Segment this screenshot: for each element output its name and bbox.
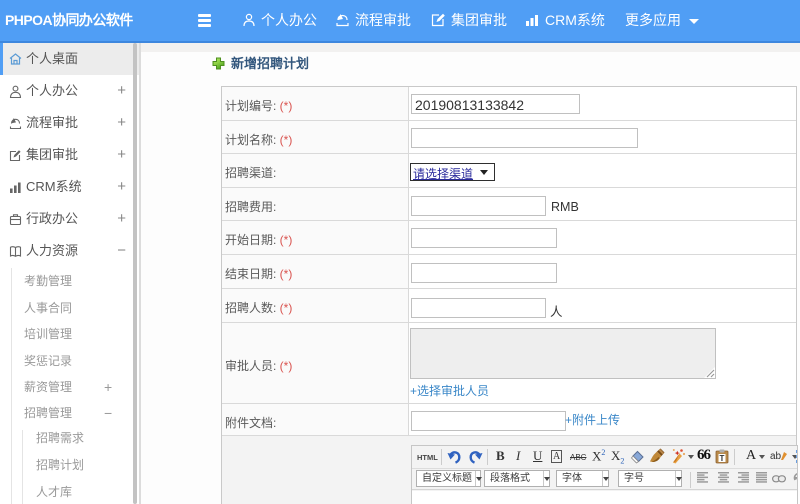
svg-text:T: T [720, 454, 725, 463]
